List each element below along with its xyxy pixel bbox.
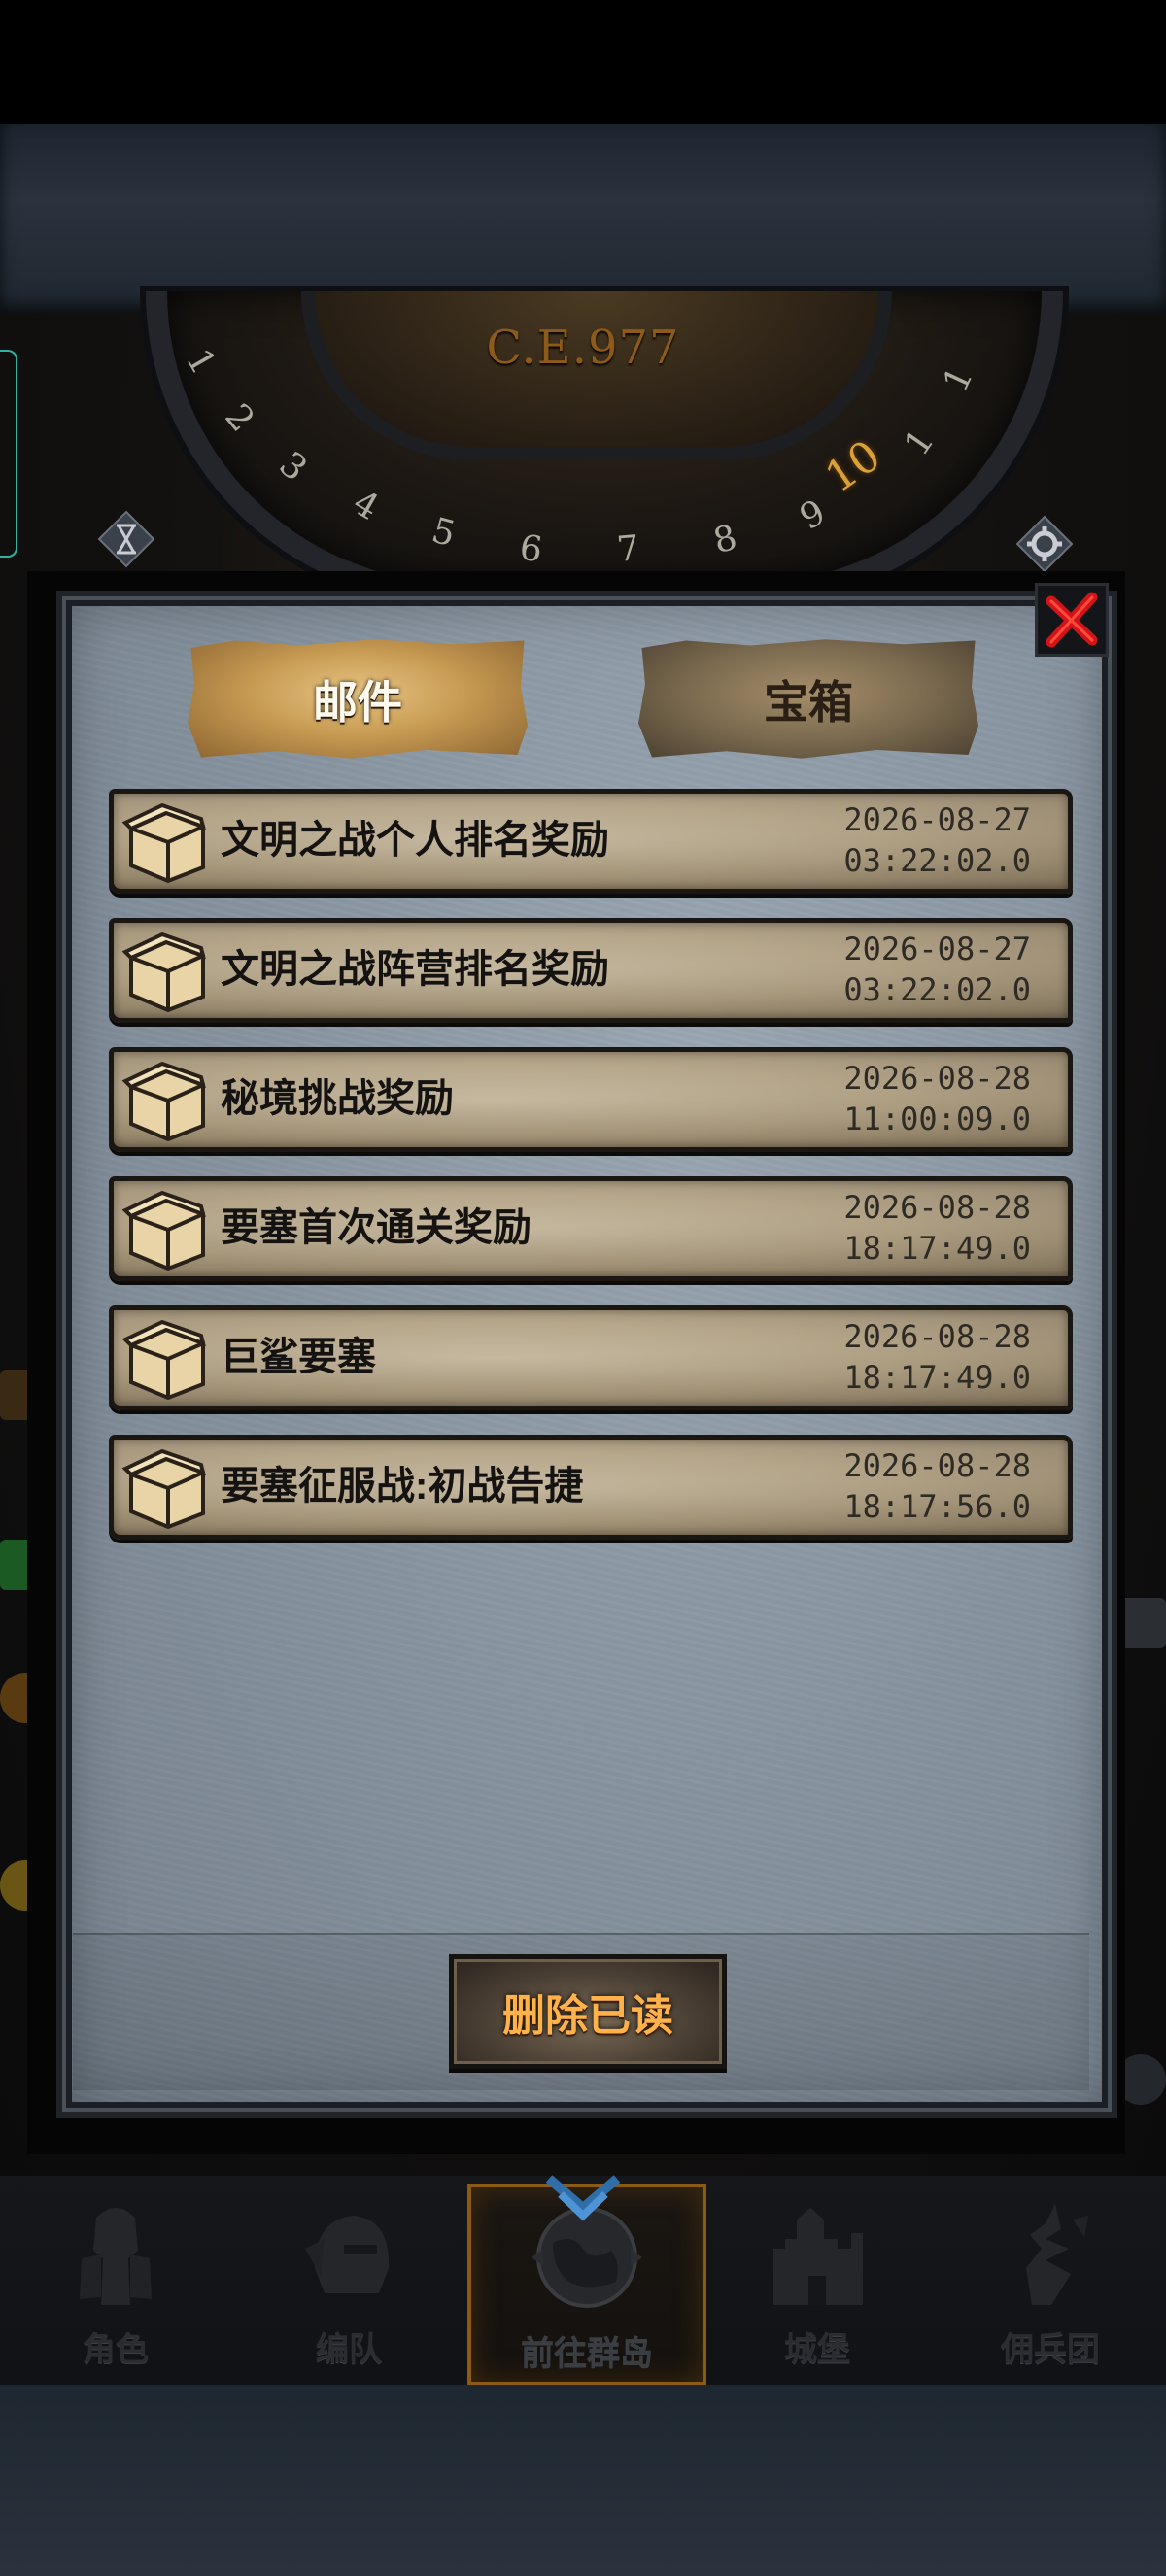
close-button[interactable] (1035, 583, 1109, 657)
knight-icon (80, 2208, 152, 2305)
mail-item[interactable]: 巨鲨要塞 2026-08-28 18:17:49.0 (109, 1305, 1073, 1410)
mail-timestamp: 2026-08-27 03:22:02.0 (843, 929, 1031, 1010)
mail-date: 2026-08-28 (843, 1189, 1031, 1226)
mail-title: 秘境挑战奖励 (221, 1077, 454, 1120)
gear-icon[interactable] (1015, 515, 1074, 573)
mail-timestamp: 2026-08-28 18:17:49.0 (843, 1316, 1031, 1398)
top-stone-band (0, 124, 1166, 314)
chest-icon (121, 1061, 206, 1142)
mail-time: 03:22:02.0 (843, 842, 1031, 879)
nav-label: 角色 (83, 2331, 149, 2368)
nav-item-castle[interactable]: 城堡 (702, 2184, 933, 2378)
nav-label: 佣兵团 (1001, 2331, 1100, 2368)
nav-label: 城堡 (784, 2331, 850, 2368)
nav-item-mercenary[interactable]: 佣兵团 (935, 2184, 1166, 2378)
delete-read-label: 删除已读 (502, 1992, 673, 2040)
mail-title: 文明之战个人排名奖励 (221, 819, 609, 862)
mail-time: 18:17:56.0 (843, 1488, 1031, 1525)
mail-item[interactable]: 文明之战阵营排名奖励 2026-08-27 03:22:02.0 (109, 918, 1073, 1023)
mail-title: 文明之战阵营排名奖励 (221, 948, 609, 991)
castle-icon (773, 2208, 863, 2305)
mail-item[interactable]: 要塞首次通关奖励 2026-08-28 18:17:49.0 (109, 1176, 1073, 1281)
mail-date: 2026-08-27 (843, 801, 1031, 838)
mercenary-icon (1026, 2204, 1088, 2305)
chest-icon (121, 1448, 206, 1530)
mail-time: 03:22:02.0 (843, 971, 1031, 1008)
mail-timestamp: 2026-08-28 11:00:09.0 (843, 1058, 1031, 1139)
mail-timestamp: 2026-08-28 18:17:56.0 (843, 1445, 1031, 1527)
tab-mail[interactable]: 邮件 (188, 639, 528, 759)
chevron-down-icon (545, 2175, 621, 2221)
chest-icon (121, 932, 206, 1013)
mail-time: 18:17:49.0 (843, 1230, 1031, 1267)
tab-chest-label: 宝箱 (764, 676, 853, 728)
mail-date: 2026-08-28 (843, 1060, 1031, 1097)
mail-title: 巨鲨要塞 (221, 1336, 376, 1378)
mail-title: 要塞征服战:初战告捷 (221, 1465, 584, 1508)
mail-title: 要塞首次通关奖励 (221, 1206, 532, 1249)
chest-icon (121, 1319, 206, 1401)
delete-read-button[interactable]: 删除已读 (449, 1954, 727, 2069)
mail-time: 11:00:09.0 (843, 1101, 1031, 1137)
left-side-tab[interactable] (0, 350, 17, 558)
close-icon (1046, 592, 1098, 648)
mail-date: 2026-08-27 (843, 931, 1031, 967)
mail-time: 18:17:49.0 (843, 1359, 1031, 1396)
tab-mail-label: 邮件 (313, 676, 402, 728)
mail-timestamp: 2026-08-27 03:22:02.0 (843, 799, 1031, 881)
bottom-stone-band (0, 2385, 1166, 2576)
nav-label: 前往群岛 (521, 2335, 653, 2372)
chest-icon (121, 1190, 206, 1271)
nav-item-team[interactable]: 编队 (233, 2184, 464, 2378)
nav-label: 编队 (316, 2331, 382, 2368)
hourglass-icon[interactable] (97, 510, 155, 568)
status-bar (0, 0, 1166, 124)
helmet-icon (305, 2216, 390, 2293)
mail-item[interactable]: 文明之战个人排名奖励 2026-08-27 03:22:02.0 (109, 789, 1073, 894)
chest-icon (121, 802, 206, 884)
mail-date: 2026-08-28 (843, 1318, 1031, 1355)
nav-item-role[interactable]: 角色 (0, 2184, 231, 2378)
mail-item[interactable]: 秘境挑战奖励 2026-08-28 11:00:09.0 (109, 1047, 1073, 1152)
mail-item[interactable]: 要塞征服战:初战告捷 2026-08-28 18:17:56.0 (109, 1435, 1073, 1540)
mail-date: 2026-08-28 (843, 1447, 1031, 1484)
mail-timestamp: 2026-08-28 18:17:49.0 (843, 1187, 1031, 1269)
tab-chest[interactable]: 宝箱 (638, 639, 978, 759)
game-screen: C.E.977 1 2 3 4 5 6 7 8 9 1 1 10 邮件 宝箱 文… (0, 0, 1166, 2576)
